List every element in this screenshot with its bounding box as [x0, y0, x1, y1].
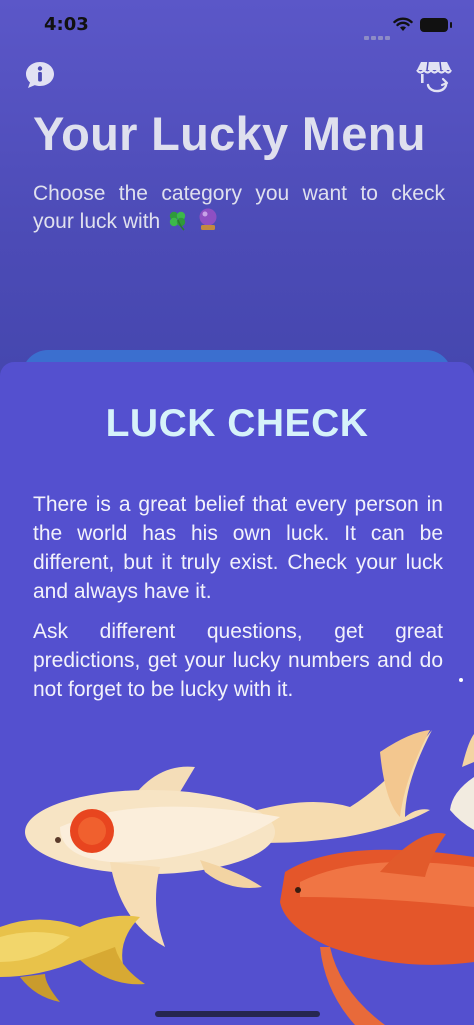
koi-fish-illustration — [0, 730, 474, 1025]
page-subtitle: Choose the category you want to ckeck yo… — [33, 180, 445, 238]
crystal-ball-icon — [196, 207, 220, 238]
wifi-icon — [393, 17, 413, 31]
sheet-paragraph-2: Ask different questions, get great predi… — [33, 620, 443, 701]
info-bubble-icon — [26, 62, 54, 88]
page-subtitle-text: Choose the category you want to ckeck yo… — [33, 182, 445, 233]
page-title: Your Lucky Menu — [33, 107, 426, 160]
sheet-title: LUCK CHECK — [105, 402, 369, 445]
luck-check-sheet: LUCK CHECK There is a great belief that … — [0, 362, 474, 1025]
shop-store-icon — [416, 61, 452, 93]
sheet-paragraph-1: There is a great belief that every perso… — [33, 493, 443, 603]
battery-icon — [420, 18, 452, 32]
four-leaf-clover-icon — [166, 209, 190, 238]
cellular-signal-icon — [364, 27, 392, 45]
info-button[interactable] — [24, 60, 56, 90]
home-indicator[interactable] — [155, 1011, 320, 1017]
shop-button[interactable] — [414, 58, 454, 94]
status-time: 4:03 — [44, 14, 89, 35]
status-bar: 4:03 — [0, 0, 474, 48]
scroll-indicator — [459, 678, 463, 682]
